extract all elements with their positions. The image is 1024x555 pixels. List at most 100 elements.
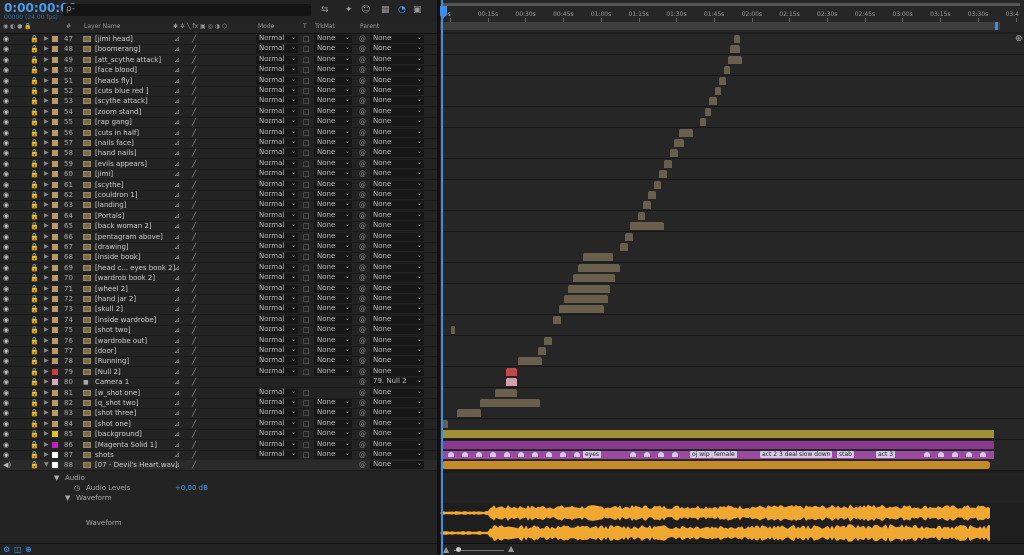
layer-name[interactable]: [wheel 2] xyxy=(95,285,128,293)
layer-name[interactable]: [jimi head] xyxy=(95,35,133,43)
visibility-eye-icon[interactable]: ◉ xyxy=(3,56,9,64)
layer-name[interactable]: [landing] xyxy=(95,201,126,209)
layer-name[interactable]: [scythe attack] xyxy=(95,97,148,105)
label-color-swatch[interactable] xyxy=(52,452,58,458)
expand-triangle-icon[interactable]: ▶ xyxy=(44,139,49,146)
lock-icon[interactable]: 🔒 xyxy=(30,347,39,355)
blend-mode-dropdown[interactable]: Normal ⌄ xyxy=(256,398,298,407)
blend-mode-dropdown[interactable]: Normal ⌄ xyxy=(256,159,298,168)
visibility-eye-icon[interactable]: ◉ xyxy=(3,441,9,449)
visibility-eye-icon[interactable]: ◉ xyxy=(3,170,9,178)
parent-dropdown[interactable]: 79. Null 2 ⌄ xyxy=(370,377,424,387)
parent-dropdown[interactable]: None ⌄ xyxy=(370,44,424,54)
layer-name[interactable]: [w_shot one] xyxy=(95,389,140,397)
quality-switch-icon[interactable]: ╱ xyxy=(192,233,196,241)
shy-switch-icon[interactable]: ⊿ xyxy=(174,264,180,272)
trkmat-dropdown[interactable]: None ⌄ xyxy=(314,190,352,199)
quality-switch-icon[interactable]: ╱ xyxy=(192,399,196,407)
shy-switch-icon[interactable]: ⊿ xyxy=(174,222,180,230)
quality-switch-icon[interactable]: ╱ xyxy=(192,326,196,334)
layer-name[interactable]: [q_shot two] xyxy=(95,399,139,407)
marker-dot[interactable] xyxy=(532,452,538,457)
layer-name[interactable]: [jimi] xyxy=(95,170,113,178)
layer-row[interactable]: ◉ 🔒 ▶ 67 [drawing] ⊿ ╱ Normal ⌄ □ None ⌄ @ None ⌄ xyxy=(0,242,437,253)
parent-dropdown[interactable]: None ⌄ xyxy=(370,460,424,470)
layer-row[interactable]: ◀) 🔒 ▼ 88 [07 - Devil's Heart.wav] ⊿ ╱ @ None ⌄ xyxy=(0,460,437,472)
layer-name[interactable]: [head c... eyes book 2] xyxy=(95,264,175,272)
playhead[interactable] xyxy=(440,0,447,555)
expand-triangle-icon[interactable]: ▶ xyxy=(44,409,49,416)
parent-dropdown[interactable]: None ⌄ xyxy=(370,450,424,459)
shy-switch-icon[interactable]: ⊿ xyxy=(174,129,180,137)
blend-mode-dropdown[interactable]: Normal ⌄ xyxy=(256,86,298,95)
shy-switch-icon[interactable]: ⊿ xyxy=(174,305,180,313)
expand-triangle-icon[interactable]: ▶ xyxy=(44,87,49,94)
quality-switch-icon[interactable]: ╱ xyxy=(192,441,196,449)
lock-icon[interactable]: 🔒 xyxy=(30,378,39,386)
parent-dropdown[interactable]: None ⌄ xyxy=(370,398,424,407)
layer-row[interactable]: ◉ 🔒 ▶ 47 [jimi head] ⊿ ╱ Normal ⌄ □ None ⌄ @ None ⌄ xyxy=(0,34,437,45)
layer-name[interactable]: [evils appears] xyxy=(95,160,147,168)
visibility-eye-icon[interactable]: ◉ xyxy=(3,285,9,293)
parent-pickwhip-icon[interactable]: @ xyxy=(359,118,366,126)
label-color-swatch[interactable] xyxy=(52,150,58,157)
parent-dropdown[interactable]: None ⌄ xyxy=(370,315,424,324)
quality-switch-icon[interactable]: ╱ xyxy=(192,243,196,251)
quality-switch-icon[interactable]: ╱ xyxy=(192,201,196,209)
lock-icon[interactable]: 🔒 xyxy=(30,160,39,168)
layer-marker[interactable]: female xyxy=(712,451,737,458)
parent-dropdown[interactable]: None ⌄ xyxy=(370,304,424,314)
layer-duration-bar[interactable] xyxy=(705,107,711,116)
parent-pickwhip-icon[interactable]: @ xyxy=(359,66,366,74)
trkmat-dropdown[interactable]: None ⌄ xyxy=(314,398,352,407)
parent-dropdown[interactable]: None ⌄ xyxy=(370,200,424,210)
blend-mode-dropdown[interactable]: Normal ⌄ xyxy=(256,388,298,397)
label-color-swatch[interactable] xyxy=(52,212,58,219)
layer-duration-bar[interactable] xyxy=(679,128,693,137)
column-header-parent[interactable]: Parent xyxy=(360,23,379,30)
layer-name[interactable]: [pentagram above] xyxy=(95,233,163,241)
layer-name[interactable]: [cuts in half] xyxy=(95,129,139,137)
lock-icon[interactable]: 🔒 xyxy=(30,181,39,189)
trkmat-dropdown[interactable]: None ⌄ xyxy=(314,284,352,293)
preserve-transparency-toggle[interactable]: □ xyxy=(303,285,311,293)
layer-name[interactable]: [nails face] xyxy=(95,139,134,147)
shy-switch-icon[interactable]: ⊿ xyxy=(174,430,180,438)
lock-icon[interactable]: 🔒 xyxy=(30,149,39,157)
layer-name[interactable]: [shot two] xyxy=(95,326,131,334)
visibility-eye-icon[interactable]: ◉ xyxy=(3,77,9,85)
layer-duration-bar[interactable] xyxy=(730,45,740,54)
marker-dot[interactable] xyxy=(448,452,454,457)
preserve-transparency-toggle[interactable]: □ xyxy=(303,149,311,157)
expand-triangle-icon[interactable]: ▶ xyxy=(44,35,49,42)
shy-switch-icon[interactable]: ⊿ xyxy=(174,409,180,417)
transfer-controls-icon[interactable]: ⊕ xyxy=(25,545,32,554)
label-color-swatch[interactable] xyxy=(52,462,58,469)
shy-switch-icon[interactable]: ⊿ xyxy=(174,274,180,282)
parent-dropdown[interactable]: None ⌄ xyxy=(370,273,424,283)
quality-switch-icon[interactable]: ╱ xyxy=(192,305,196,313)
preserve-transparency-toggle[interactable]: □ xyxy=(303,430,311,438)
shy-switch-icon[interactable]: ⊿ xyxy=(174,233,180,241)
quality-switch-icon[interactable]: ╱ xyxy=(192,66,196,74)
label-color-swatch[interactable] xyxy=(52,129,58,136)
layer-name[interactable]: [hand nails] xyxy=(95,149,137,157)
label-color-swatch[interactable] xyxy=(52,400,58,406)
layer-row[interactable]: ◉ 🔒 ▶ 63 [landing] ⊿ ╱ Normal ⌄ □ None ⌄ @ None ⌄ xyxy=(0,200,437,212)
visibility-eye-icon[interactable]: ◉ xyxy=(3,118,9,126)
parent-dropdown[interactable]: None ⌄ xyxy=(370,148,424,158)
lock-icon[interactable]: 🔒 xyxy=(30,357,39,365)
blend-mode-dropdown[interactable]: Normal ⌄ xyxy=(256,65,298,75)
preserve-transparency-toggle[interactable]: □ xyxy=(303,274,311,282)
parent-dropdown[interactable]: None ⌄ xyxy=(370,107,424,116)
parent-dropdown[interactable]: None ⌄ xyxy=(370,138,424,147)
quality-switch-icon[interactable]: ╱ xyxy=(192,56,196,64)
zoom-slider[interactable] xyxy=(454,550,504,551)
visibility-eye-icon[interactable]: ◉ xyxy=(3,264,9,272)
parent-pickwhip-icon[interactable]: @ xyxy=(359,305,366,313)
visibility-eye-icon[interactable]: ◉ xyxy=(3,451,9,459)
expand-triangle-icon[interactable]: ▶ xyxy=(44,77,49,84)
lock-icon[interactable]: 🔒 xyxy=(30,409,39,417)
layer-duration-bar[interactable] xyxy=(724,66,730,75)
zoom-in-icon[interactable]: ▲ xyxy=(508,544,514,553)
